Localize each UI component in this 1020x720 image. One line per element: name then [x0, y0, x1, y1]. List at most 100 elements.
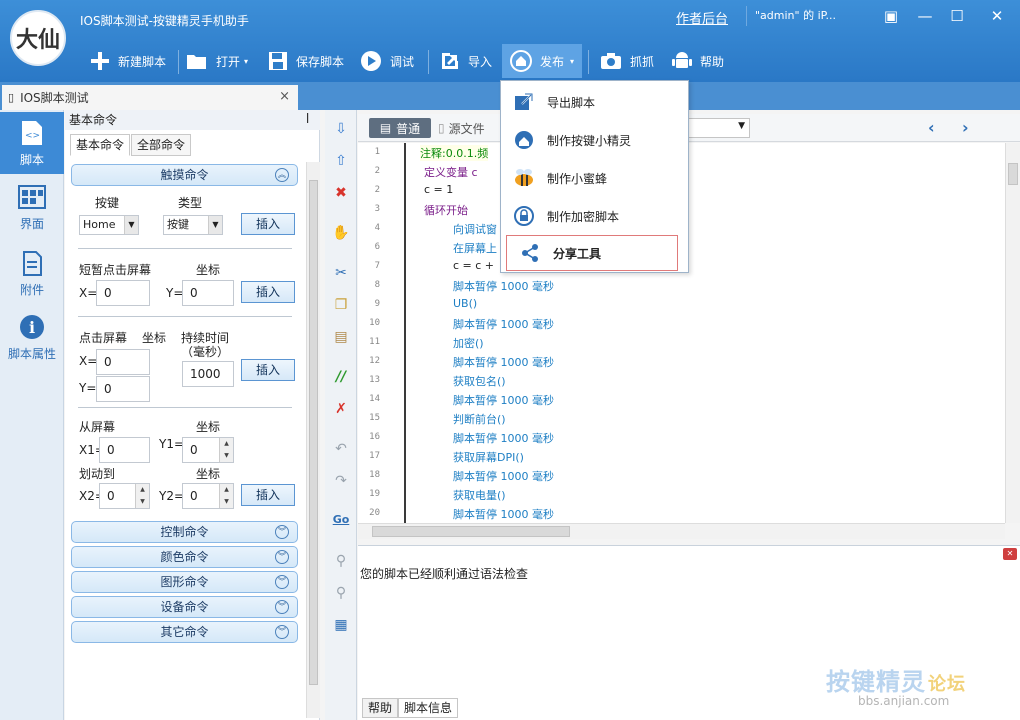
publish-button[interactable]: 发布 ▾ — [502, 44, 583, 78]
scroll-thumb[interactable] — [309, 180, 318, 685]
new-script-button[interactable]: 新建脚本 — [90, 44, 166, 78]
maximize-button[interactable]: ☐ — [942, 5, 972, 27]
help-button[interactable]: 帮助 — [672, 44, 724, 78]
editor-horizontal-scrollbar[interactable] — [358, 523, 1005, 539]
goto-icon[interactable]: Go — [330, 508, 352, 530]
close-button[interactable]: ✕ — [982, 5, 1012, 27]
user-device-label[interactable]: "admin" 的 iP... — [746, 6, 866, 26]
code-line[interactable]: 向调试窗 — [453, 221, 497, 237]
code-line[interactable]: 注释:0.0.1.频 — [420, 145, 489, 161]
code-line[interactable]: c = 1 — [424, 183, 453, 196]
code-line[interactable]: 脚本暂停 1000 毫秒 — [453, 468, 554, 484]
tab-script-info[interactable]: 脚本信息 — [398, 698, 459, 718]
code-line[interactable]: 判断前台() — [453, 411, 506, 427]
delete-icon[interactable]: ✖ — [330, 182, 352, 204]
nav-item-script[interactable]: <> 脚本 — [0, 112, 64, 174]
uncomment-icon[interactable]: ✗ — [330, 398, 352, 420]
short-click-x-input[interactable]: 0 — [96, 280, 150, 306]
spinner-icon[interactable]: ▲ ▼ — [135, 484, 149, 508]
other-commands-group[interactable]: 其它命令 ︾ — [71, 621, 298, 643]
code-line[interactable]: 在屏幕上 — [453, 240, 497, 256]
menu-item-make-spirit[interactable]: 制作按键小精灵 — [501, 122, 688, 158]
editor-vertical-scrollbar[interactable] — [1005, 143, 1020, 523]
replace-icon[interactable]: ⚲ — [330, 582, 352, 604]
short-click-y-input[interactable]: 0 — [182, 280, 234, 306]
duration-input[interactable]: 1000 — [182, 361, 234, 387]
code-line[interactable]: 获取屏幕DPI() — [453, 449, 524, 465]
menu-item-make-bee[interactable]: 制作小蜜蜂 — [501, 160, 688, 196]
tab-help[interactable]: 帮助 — [362, 698, 399, 718]
scroll-thumb[interactable] — [372, 526, 570, 537]
click-y-input[interactable]: 0 — [96, 376, 150, 402]
comment-icon[interactable]: // — [330, 366, 352, 388]
code-line[interactable]: 获取包名() — [453, 373, 506, 389]
menu-item-export-script[interactable]: 导出脚本 — [501, 84, 688, 120]
swipe-x2-input[interactable]: 0 ▲ ▼ — [99, 483, 150, 509]
code-line[interactable]: 脚本暂停 1000 毫秒 — [453, 430, 554, 446]
move-up-icon[interactable]: ⇧ — [330, 150, 352, 172]
tab-basic-commands[interactable]: 基本命令 — [70, 134, 131, 156]
move-down-icon[interactable]: ⇩ — [330, 118, 352, 140]
code-line[interactable]: 获取电量() — [453, 487, 506, 503]
tab-close-icon[interactable]: × — [279, 89, 290, 104]
touch-commands-group[interactable]: 触摸命令 ︽ — [71, 164, 298, 186]
pin-icon[interactable]: ꟾ — [306, 113, 309, 126]
code-line[interactable]: 定义变量 c — [424, 164, 478, 180]
template-icon[interactable]: ▦ — [330, 614, 352, 636]
graphic-commands-group[interactable]: 图形命令 ︾ — [71, 571, 298, 593]
debug-button[interactable]: 调试 — [360, 44, 414, 78]
spinner-icon[interactable]: ▲ ▼ — [219, 484, 233, 508]
paste-icon[interactable]: ▤ — [330, 326, 352, 348]
import-button[interactable]: 导入 — [440, 44, 492, 78]
tab-ios-script-test[interactable]: ▯ IOS脚本测试 × — [2, 85, 298, 110]
next-arrow-icon[interactable]: › — [962, 118, 969, 137]
minimize-button[interactable]: — — [910, 5, 940, 27]
insert-swipe-button[interactable]: 插入 — [241, 484, 295, 506]
code-line[interactable]: 脚本暂停 1000 毫秒 — [453, 316, 554, 332]
code-line[interactable]: 脚本暂停 1000 毫秒 — [453, 278, 554, 294]
spinner-icon[interactable]: ▲ ▼ — [219, 438, 233, 462]
mode-source-button[interactable]: ▯ 源文件 — [438, 118, 485, 138]
control-commands-group[interactable]: 控制命令 ︾ — [71, 521, 298, 543]
cut-icon[interactable]: ✂ — [330, 262, 352, 284]
menu-item-share-tool[interactable]: 分享工具 — [506, 235, 678, 271]
swipe-y1-input[interactable]: 0 ▲ ▼ — [182, 437, 234, 463]
insert-click-button[interactable]: 插入 — [241, 359, 295, 381]
save-script-button[interactable]: 保存脚本 — [268, 44, 344, 78]
swipe-x1-input[interactable]: 0 — [99, 437, 150, 463]
author-backend-link[interactable]: 作者后台 — [676, 8, 728, 27]
undo-icon[interactable]: ↶ — [330, 438, 352, 460]
scroll-thumb[interactable] — [1008, 163, 1018, 185]
close-icon[interactable]: ✕ — [1003, 548, 1017, 560]
type-select[interactable]: 按键 ▼ — [163, 215, 223, 235]
code-line[interactable]: c = c + — [453, 259, 494, 272]
redo-icon[interactable]: ↷ — [330, 470, 352, 492]
command-panel-scrollbar[interactable] — [306, 162, 320, 718]
nav-item-layout[interactable]: 界面 — [0, 176, 64, 238]
code-line[interactable]: UB() — [453, 297, 477, 310]
open-button[interactable]: 打开 ▾ — [186, 44, 248, 78]
code-line[interactable]: 加密() — [453, 335, 484, 351]
code-line[interactable]: 脚本暂停 1000 毫秒 — [453, 354, 554, 370]
code-line[interactable]: 循环开始 — [424, 202, 468, 218]
code-line[interactable]: 脚本暂停 1000 毫秒 — [453, 392, 554, 408]
nav-item-attachment[interactable]: 附件 — [0, 242, 64, 304]
swipe-y2-input[interactable]: 0 ▲ ▼ — [182, 483, 234, 509]
insert-short-click-button[interactable]: 插入 — [241, 281, 295, 303]
device-commands-group[interactable]: 设备命令 ︾ — [71, 596, 298, 618]
hand-icon[interactable]: ✋ — [330, 222, 352, 244]
code-line[interactable]: 脚本暂停 1000 毫秒 — [453, 506, 554, 522]
copy-icon[interactable]: ❐ — [330, 294, 352, 316]
click-x-input[interactable]: 0 — [96, 349, 150, 375]
prev-arrow-icon[interactable]: ‹ — [928, 118, 935, 137]
insert-key-button[interactable]: 插入 — [241, 213, 295, 235]
tab-all-commands[interactable]: 全部命令 — [131, 134, 192, 156]
find-icon[interactable]: ⚲ — [330, 550, 352, 572]
key-select[interactable]: Home ▼ — [79, 215, 139, 235]
restore-icon[interactable]: ▣ — [876, 5, 906, 27]
function-select[interactable]: ▼ — [688, 118, 750, 138]
nav-item-properties[interactable]: i 脚本属性 — [0, 306, 64, 368]
menu-item-encrypt-script[interactable]: 制作加密脚本 — [501, 198, 688, 234]
color-commands-group[interactable]: 颜色命令 ︾ — [71, 546, 298, 568]
capture-button[interactable]: 抓抓 — [600, 44, 654, 78]
